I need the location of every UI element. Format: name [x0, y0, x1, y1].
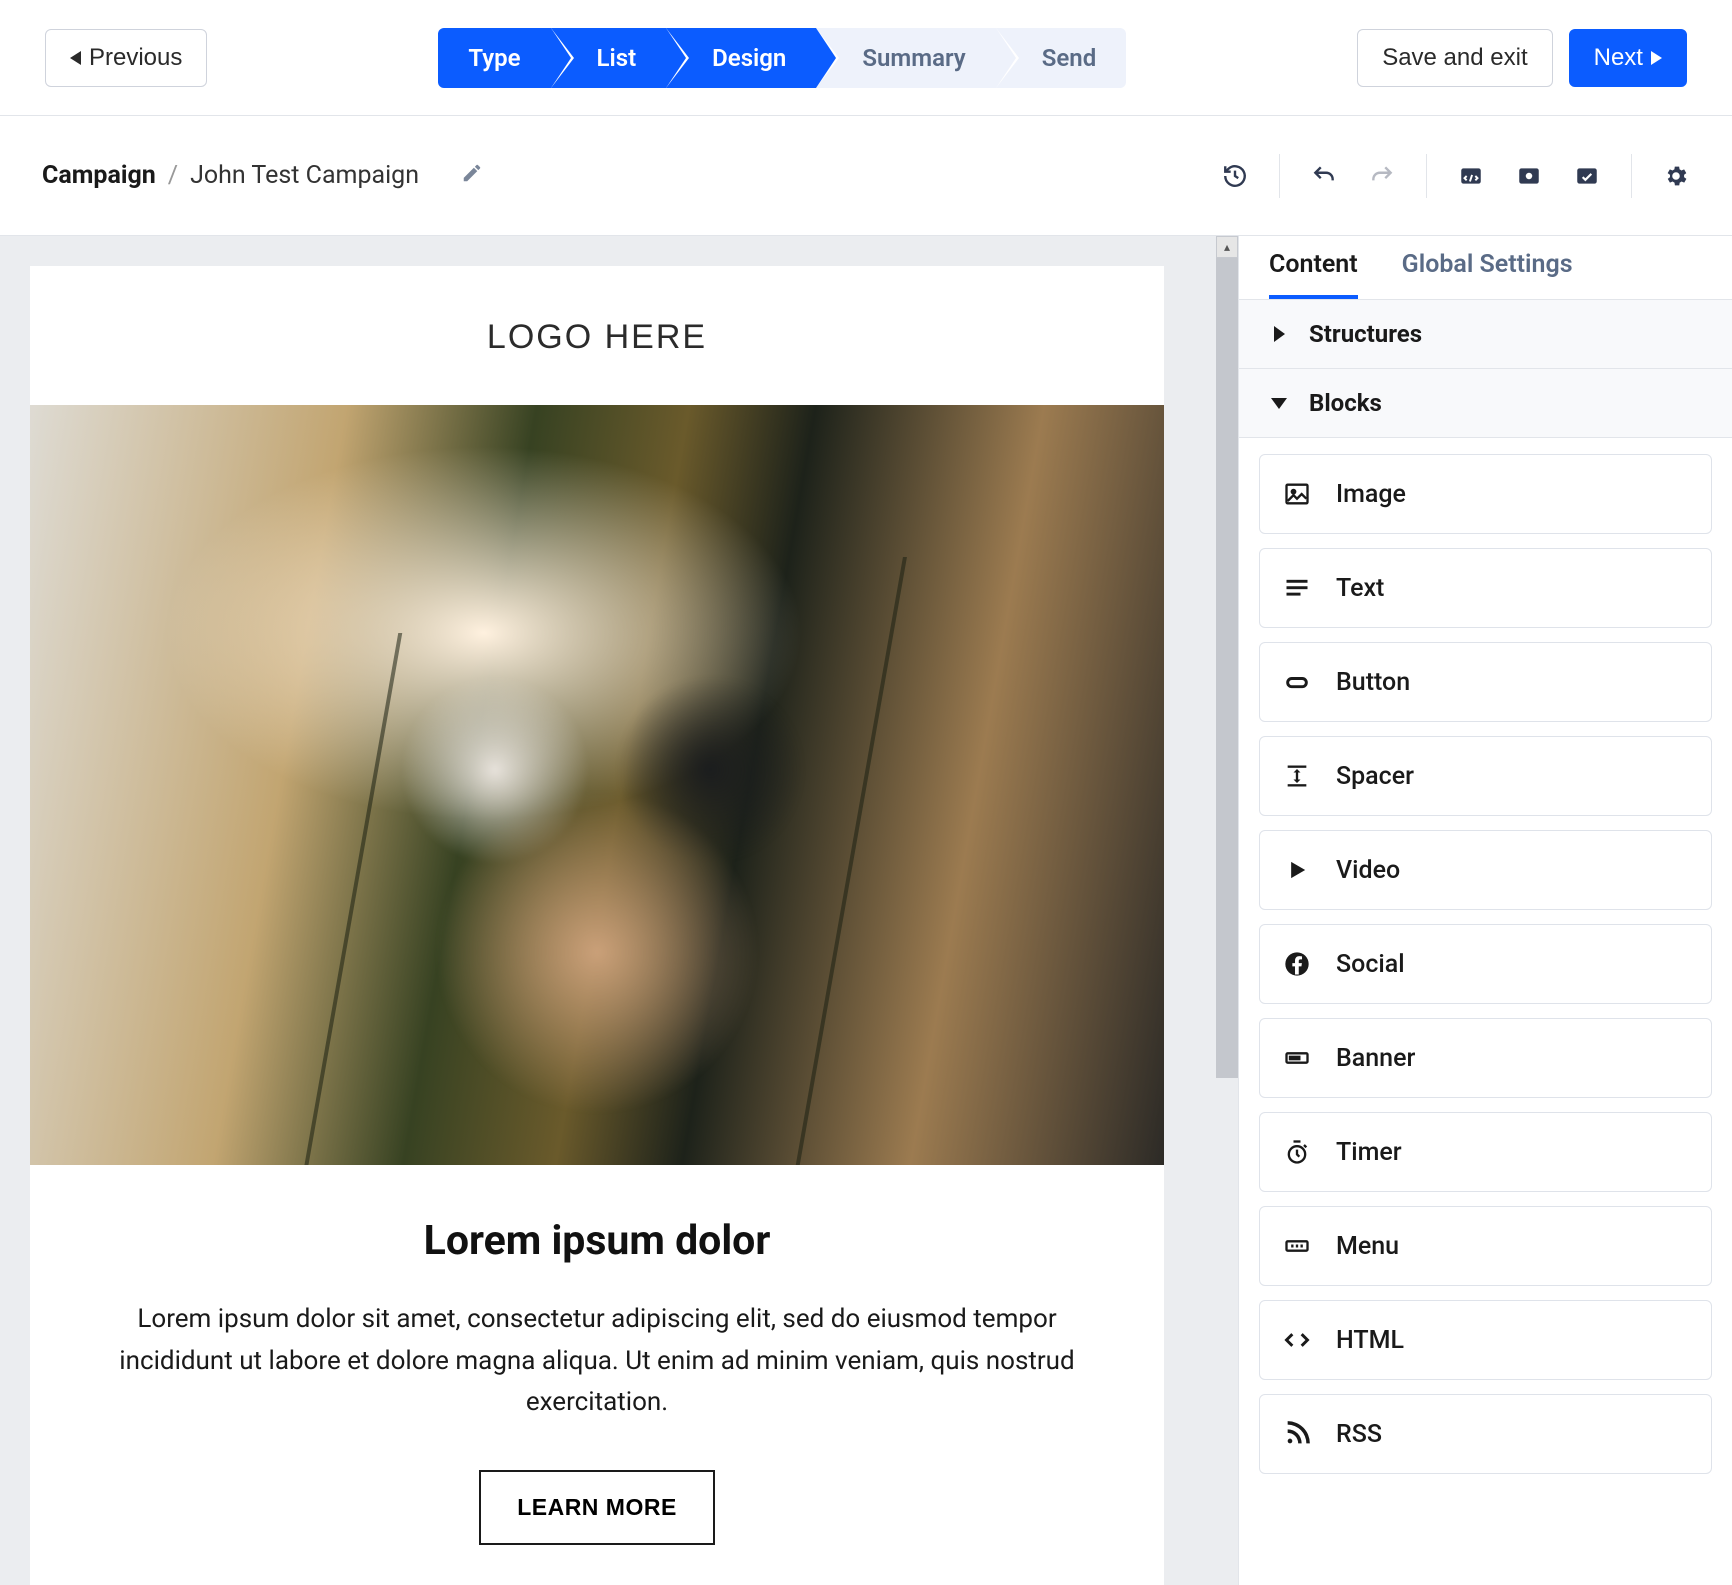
block-menu[interactable]: Menu: [1259, 1206, 1712, 1286]
block-label: Timer: [1336, 1138, 1402, 1167]
tab-global-settings[interactable]: Global Settings: [1402, 250, 1573, 299]
block-video[interactable]: Video: [1259, 830, 1712, 910]
history-icon[interactable]: [1221, 162, 1249, 190]
chevron-down-icon: [1267, 398, 1291, 409]
menu-icon: [1282, 1231, 1312, 1261]
accordion-structures-label: Structures: [1309, 320, 1422, 348]
wizard-steps: Type List Design Summary Send: [438, 28, 1126, 88]
email-canvas[interactable]: LOGO HERE Lorem ipsum dolor Lorem ipsum …: [30, 266, 1164, 1585]
tool-divider: [1631, 154, 1632, 198]
block-image[interactable]: Image: [1259, 454, 1712, 534]
chevron-left-icon: [70, 51, 81, 65]
email-cta-label: LEARN MORE: [517, 1494, 677, 1520]
rss-icon: [1282, 1419, 1312, 1449]
text-icon: [1282, 573, 1312, 603]
canvas-area[interactable]: ▴ LOGO HERE Lorem ipsum dolor Lorem ipsu…: [0, 236, 1238, 1585]
block-label: RSS: [1336, 1420, 1382, 1449]
breadcrumb-root[interactable]: Campaign: [42, 161, 156, 190]
block-label: Spacer: [1336, 762, 1414, 791]
block-label: Banner: [1336, 1044, 1415, 1073]
save-exit-label: Save and exit: [1382, 44, 1527, 72]
email-body-text[interactable]: Lorem ipsum dolor sit amet, consectetur …: [30, 1275, 1164, 1434]
scrollbar-thumb[interactable]: [1216, 258, 1238, 1078]
email-logo-placeholder[interactable]: LOGO HERE: [30, 266, 1164, 405]
save-exit-button[interactable]: Save and exit: [1357, 29, 1552, 87]
next-button[interactable]: Next: [1569, 29, 1687, 87]
previous-label: Previous: [89, 44, 182, 72]
html-icon: [1282, 1325, 1312, 1355]
breadcrumb: Campaign / John Test Campaign: [42, 161, 483, 190]
settings-icon[interactable]: [1662, 162, 1690, 190]
button-icon: [1282, 667, 1312, 697]
block-spacer[interactable]: Spacer: [1259, 736, 1712, 816]
undo-icon[interactable]: [1310, 162, 1338, 190]
timer-icon: [1282, 1137, 1312, 1167]
tab-content[interactable]: Content: [1269, 250, 1358, 299]
block-text[interactable]: Text: [1259, 548, 1712, 628]
side-panel: Content Global Settings Structures Block…: [1238, 236, 1732, 1585]
block-label: Button: [1336, 668, 1410, 697]
spacer-icon: [1282, 761, 1312, 791]
tool-divider: [1426, 154, 1427, 198]
previous-button[interactable]: Previous: [45, 29, 207, 87]
chevron-right-icon: [1267, 326, 1291, 342]
preview-icon[interactable]: [1515, 162, 1543, 190]
email-cta-button[interactable]: LEARN MORE: [479, 1470, 715, 1545]
edit-name-icon[interactable]: [461, 162, 483, 190]
image-icon: [1282, 479, 1312, 509]
banner-icon: [1282, 1043, 1312, 1073]
blocks-list: Image Text Button Spacer: [1239, 438, 1732, 1504]
accordion-blocks[interactable]: Blocks: [1239, 369, 1732, 438]
accordion-structures[interactable]: Structures: [1239, 300, 1732, 369]
block-timer[interactable]: Timer: [1259, 1112, 1712, 1192]
redo-icon[interactable]: [1368, 162, 1396, 190]
block-html[interactable]: HTML: [1259, 1300, 1712, 1380]
block-label: Social: [1336, 950, 1405, 979]
video-icon: [1282, 855, 1312, 885]
accordion-blocks-label: Blocks: [1309, 389, 1382, 417]
block-rss[interactable]: RSS: [1259, 1394, 1712, 1474]
email-heading[interactable]: Lorem ipsum dolor: [30, 1165, 1164, 1275]
block-social[interactable]: Social: [1259, 924, 1712, 1004]
step-summary[interactable]: Summary: [816, 28, 995, 88]
block-label: Video: [1336, 856, 1400, 885]
breadcrumb-separator: /: [168, 161, 178, 190]
test-send-icon[interactable]: [1573, 162, 1601, 190]
block-button[interactable]: Button: [1259, 642, 1712, 722]
next-label: Next: [1594, 44, 1643, 72]
step-type[interactable]: Type: [438, 28, 550, 88]
social-icon: [1282, 949, 1312, 979]
block-label: Text: [1336, 574, 1384, 603]
code-view-icon[interactable]: [1457, 162, 1485, 190]
breadcrumb-name: John Test Campaign: [190, 161, 419, 190]
block-label: Menu: [1336, 1232, 1399, 1261]
tool-divider: [1279, 154, 1280, 198]
scroll-up-arrow[interactable]: ▴: [1216, 236, 1238, 258]
block-label: Image: [1336, 480, 1406, 509]
editor-tools: [1221, 154, 1690, 198]
block-label: HTML: [1336, 1326, 1404, 1355]
hero-visual: [30, 405, 1164, 1165]
chevron-right-icon: [1651, 51, 1662, 65]
block-banner[interactable]: Banner: [1259, 1018, 1712, 1098]
email-hero-image[interactable]: [30, 405, 1164, 1165]
